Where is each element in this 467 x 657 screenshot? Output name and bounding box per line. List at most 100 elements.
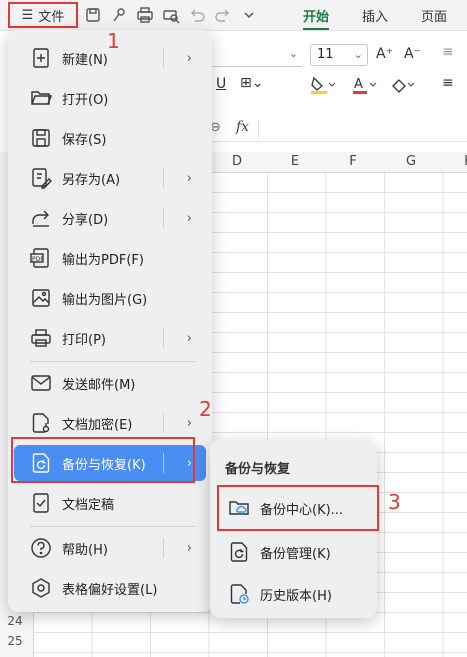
decrease-font-icon[interactable]: A⁻	[404, 46, 421, 62]
file-menu: 新建(N) › 打开(O) 保存(S) 另存为(A) › 分享(D) › PDF	[8, 30, 212, 612]
menu-item-print[interactable]: 打印(P) ›	[14, 320, 206, 356]
menu-divider	[163, 208, 164, 228]
finalize-icon	[30, 492, 52, 514]
fill-color-icon[interactable]	[310, 75, 336, 95]
font-color-icon[interactable]: A	[352, 75, 378, 95]
menu-item-label: 输出为PDF(F)	[62, 252, 144, 268]
svg-text:PDF: PDF	[32, 256, 44, 263]
font-size-dropdown[interactable]: 11 ⌄	[310, 44, 368, 66]
row-header[interactable]: 24	[0, 614, 30, 628]
column-header[interactable]: H	[440, 154, 467, 169]
file-menu-label: 文件	[38, 9, 65, 25]
menu-separator	[30, 361, 195, 362]
chevron-right-icon: ›	[186, 210, 192, 226]
menu-item-label: 输出为图片(G)	[62, 292, 148, 308]
print-icon[interactable]	[136, 6, 154, 24]
export-image-icon	[30, 287, 52, 309]
tab-page[interactable]: 页面	[421, 6, 447, 25]
fx-icon[interactable]: fx	[236, 119, 249, 135]
font-size-value: 11	[317, 47, 334, 62]
save-icon	[30, 127, 52, 149]
step-number-3: 3	[388, 490, 401, 514]
menu-item-label: 帮助(H)	[62, 542, 108, 558]
menu-item-finalize[interactable]: 文档定稿	[14, 485, 206, 521]
menu-item-help[interactable]: 帮助(H) ›	[14, 530, 206, 566]
menu-item-send-mail[interactable]: 发送邮件(M)	[14, 365, 206, 401]
share-icon	[30, 207, 52, 229]
folder-open-icon	[30, 87, 52, 109]
style-row: U ⊞⌄ A ≡	[210, 70, 467, 100]
chevron-right-icon: ›	[186, 330, 192, 346]
chevron-right-icon: ›	[186, 540, 192, 556]
row-header[interactable]: 25	[0, 634, 30, 648]
menu-item-preferences[interactable]: 表格偏好设置(L)	[14, 570, 206, 606]
eraser-icon[interactable]	[390, 75, 416, 95]
chevron-right-icon: ›	[186, 170, 192, 186]
svg-text:A: A	[354, 77, 363, 92]
print-preview-icon[interactable]	[162, 6, 180, 24]
history-icon	[228, 583, 250, 605]
menu-item-label: 表格偏好设置(L)	[62, 582, 158, 598]
column-header[interactable]: D	[208, 154, 266, 169]
hamburger-icon: ☰	[21, 7, 34, 23]
underline-icon[interactable]: U	[216, 76, 226, 92]
menu-item-share[interactable]: 分享(D) ›	[14, 200, 206, 236]
save-as-icon	[30, 167, 52, 189]
submenu-title: 备份与恢复	[225, 462, 291, 477]
column-header[interactable]: E	[266, 154, 324, 169]
menu-item-save[interactable]: 保存(S)	[14, 120, 206, 156]
formula-bar: ⊖ fx	[210, 117, 467, 142]
menu-item-label: 打印(P)	[62, 332, 106, 348]
menu-item-label: 文档定稿	[62, 497, 115, 513]
file-menu-button[interactable]: ☰ 文件	[8, 2, 78, 28]
menu-item-label: 分享(D)	[62, 212, 109, 228]
menu-item-save-as[interactable]: 另存为(A) ›	[14, 160, 206, 196]
chevron-right-icon: ›	[186, 415, 192, 431]
chevron-down-icon: ⌄	[288, 47, 298, 60]
menu-item-export-pdf[interactable]: PDF 输出为PDF(F)	[14, 240, 206, 276]
backup-manage-icon	[228, 541, 250, 563]
undo-icon[interactable]	[188, 6, 206, 24]
menu-item-label: 打开(O)	[62, 92, 109, 108]
menu-item-encrypt[interactable]: 文档加密(E) ›	[14, 405, 206, 441]
menu-item-export-image[interactable]: 输出为图片(G)	[14, 280, 206, 316]
menu-item-label: 新建(N)	[62, 52, 108, 68]
step-number-1: 1	[107, 29, 120, 53]
menu-divider	[163, 168, 164, 188]
menu-item-open[interactable]: 打开(O)	[14, 80, 206, 116]
submenu-item-history[interactable]: 历史版本(H)	[220, 576, 370, 612]
save-icon[interactable]	[84, 6, 102, 24]
menu-divider	[163, 413, 164, 433]
new-doc-icon	[30, 47, 52, 69]
align-top-icon[interactable]: ≡	[442, 44, 454, 60]
chevron-right-icon: ›	[186, 50, 192, 66]
menu-item-label: 文档加密(E)	[62, 417, 133, 433]
step-number-2: 2	[199, 397, 212, 421]
column-header[interactable]: F	[324, 154, 382, 169]
increase-font-icon[interactable]: A⁺	[376, 46, 393, 62]
menu-divider	[163, 328, 164, 348]
tab-insert[interactable]: 插入	[362, 6, 388, 25]
menu-item-label: 发送邮件(M)	[62, 377, 136, 393]
menu-item-label: 保存(S)	[62, 132, 107, 148]
align-left-icon[interactable]: ≡	[442, 75, 454, 91]
chevron-down-icon: ⌄	[353, 48, 363, 61]
highlight-box-backup	[11, 437, 195, 483]
export-pdf-icon: PDF	[30, 247, 52, 269]
column-header[interactable]: G	[382, 154, 440, 169]
submenu-item-label: 备份管理(K)	[260, 546, 331, 562]
top-toolbar: ☰ 文件 开始 插入 页面	[0, 0, 467, 31]
font-family-dropdown[interactable]: ⌄	[210, 44, 302, 67]
mail-icon	[30, 372, 52, 394]
highlight-box-backup-center	[217, 485, 379, 531]
submenu-item-backup-manage[interactable]: 备份管理(K)	[220, 534, 370, 570]
lock-doc-icon	[30, 412, 52, 434]
formula-divider	[258, 120, 259, 138]
submenu-item-label: 历史版本(H)	[260, 588, 332, 604]
share-icon[interactable]	[110, 6, 128, 24]
chevron-down-icon[interactable]	[240, 6, 258, 24]
tab-home[interactable]: 开始	[303, 6, 330, 30]
border-icon[interactable]: ⊞⌄	[240, 75, 263, 91]
redo-icon[interactable]	[214, 6, 232, 24]
menu-divider	[163, 538, 164, 558]
